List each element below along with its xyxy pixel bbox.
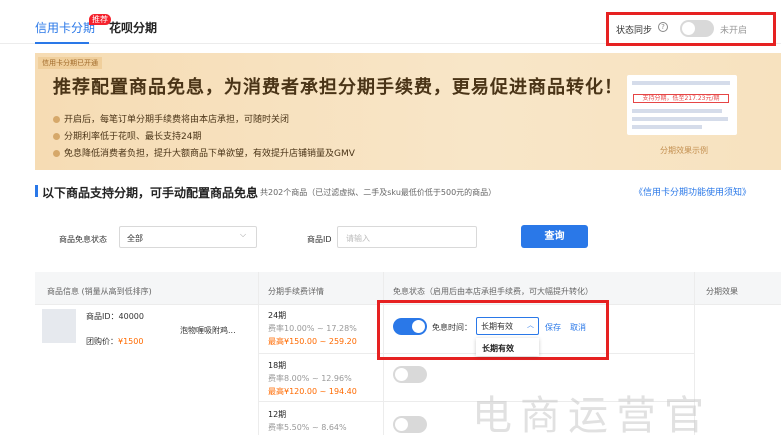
banner-bullet: 免息降低消费者负担，提升大额商品下单欲望，有效提升店铺销量及GMV (53, 146, 355, 159)
section-accent-bar (35, 185, 38, 197)
period-max: 最高¥120.00 ~ 194.40 (268, 387, 357, 396)
period-name: 24期 (268, 311, 287, 320)
product-id-text: 商品ID：40000 (86, 312, 144, 321)
sync-toggle[interactable] (680, 20, 714, 37)
sync-state-text: 未开启 (720, 26, 748, 36)
chevron-down-icon: ⌵ (240, 230, 247, 239)
tab-huabei-installment[interactable]: 花呗分期 (109, 19, 157, 36)
sample-blurred-line (632, 81, 730, 85)
product-id-label: 商品ID (307, 235, 332, 244)
help-icon[interactable]: ? (658, 22, 668, 32)
banner-tag: 信用卡分期已开通 (38, 57, 102, 69)
product-name[interactable]: 泡物喱吸附鸡... (180, 325, 236, 336)
sync-status-label: 状态同步 (616, 26, 653, 36)
period-rate: 费率10.00% ~ 17.28% (268, 324, 357, 333)
recommend-badge: 推荐 (89, 14, 111, 25)
bullet-dot-icon (53, 133, 60, 140)
sample-caption: 分期效果示例 (660, 146, 708, 155)
period-rate: 费率8.00% ~ 12.96% (268, 374, 352, 383)
product-id-placeholder: 请输入 (346, 234, 370, 243)
query-button[interactable]: 查询 (521, 225, 588, 248)
free-time-value: 长期有效 (481, 322, 513, 331)
period-max: 最高¥150.00 ~ 259.20 (268, 337, 357, 346)
save-button[interactable]: 保存 (545, 322, 561, 333)
status-filter-label: 商品免息状态 (59, 235, 107, 244)
period-name: 12期 (268, 410, 287, 419)
product-thumbnail (42, 309, 76, 343)
tab-credit-card-installment[interactable]: 信用卡分期 (35, 19, 95, 36)
column-header: 分期效果 (706, 287, 738, 296)
free-interest-toggle[interactable] (393, 416, 427, 433)
free-interest-toggle[interactable] (393, 366, 427, 383)
sample-blurred-line (632, 125, 702, 129)
bullet-dot-icon (53, 116, 60, 123)
column-header: 免息状态（启用后由本店承担手续费，可大幅提升转化） (393, 287, 593, 296)
banner-bullet: 分期利率低于花呗、最长支持24期 (53, 129, 201, 142)
free-interest-toggle[interactable] (393, 318, 427, 335)
chevron-up-icon: ︿ (527, 321, 534, 329)
period-rate: 费率5.50% ~ 8.64% (268, 423, 347, 432)
sample-installment-text: 支持分期，低至217.23元/期 (633, 94, 729, 103)
bullet-dot-icon (53, 150, 60, 157)
tab-active-indicator (35, 42, 89, 44)
usage-notice-link[interactable]: 《信用卡分期功能使用须知》 (634, 185, 751, 198)
watermark: 电商运营官 (472, 393, 712, 435)
banner-bullet: 开启后，每笔订单分期手续费将由本店承担，可随时关闭 (53, 112, 289, 125)
cancel-button[interactable]: 取消 (570, 322, 586, 333)
column-header: 分期手续费详情 (268, 287, 324, 296)
sample-blurred-line (632, 109, 722, 113)
section-title: 以下商品支持分期，可手动配置商品免息 (42, 186, 259, 200)
period-name: 18期 (268, 361, 287, 370)
dropdown-option[interactable]: 长期有效 (482, 343, 514, 354)
section-subtitle: 共202个商品（已过滤虚拟、二手及sku最低价低于500元的商品） (260, 188, 497, 197)
free-time-label: 免息时间： (432, 323, 472, 332)
group-price: 团购价：¥1500 (86, 337, 144, 346)
installment-sample-card (627, 75, 737, 135)
sample-blurred-line (632, 117, 728, 121)
status-filter-value: 全部 (127, 234, 143, 243)
column-header: 商品信息 (销量从高到低排序) (47, 287, 152, 296)
banner-title: 推荐配置商品免息，为消费者承担分期手续费，更易促进商品转化！ (53, 77, 623, 98)
